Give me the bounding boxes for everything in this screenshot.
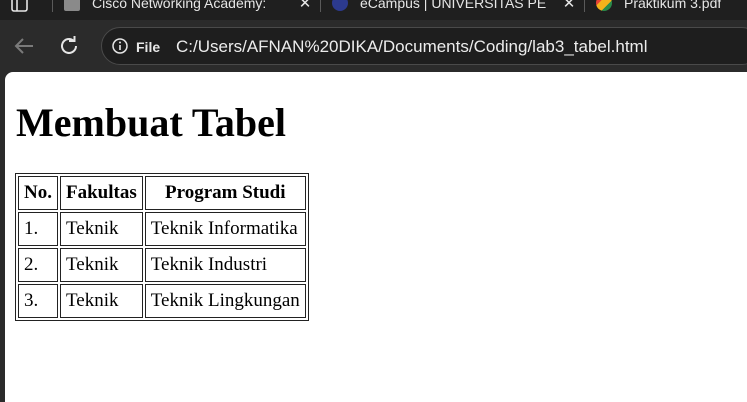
table-cell: 1. — [18, 212, 58, 246]
close-icon[interactable]: ✕ — [298, 0, 312, 12]
url-text[interactable]: C:/Users/AFNAN%20DIKA/Documents/Coding/l… — [176, 37, 647, 57]
browser-window: Cisco Networking Academy: ✕ eCampus | UN… — [0, 0, 747, 402]
tab-title: eCampus | UNIVERSITAS PE — [360, 0, 547, 11]
info-icon[interactable] — [112, 38, 128, 54]
table-row: 1. Teknik Teknik Informatika — [18, 212, 306, 246]
header-cell-fakultas: Fakultas — [59, 176, 143, 210]
reload-icon — [61, 36, 77, 54]
table-cell: 2. — [18, 248, 58, 282]
header-cell-program-studi: Program Studi — [144, 176, 306, 210]
toolbar: File C:/Users/AFNAN%20DIKA/Documents/Cod… — [0, 20, 747, 72]
tab-cisco[interactable]: Cisco Networking Academy: ✕ — [64, 0, 312, 14]
table-cell: Teknik — [59, 284, 143, 318]
table-header-row: No. Fakultas Program Studi — [18, 176, 306, 210]
tab-title: Cisco Networking Academy: — [92, 0, 267, 11]
tab-ecampus[interactable]: eCampus | UNIVERSITAS PE ✕ — [332, 0, 576, 14]
tab-separator — [584, 0, 585, 12]
tab-title: Praktikum 3.pdf — [624, 0, 722, 11]
tab-praktikum[interactable]: Praktikum 3.pdf — [596, 0, 747, 14]
arrow-left-icon — [14, 38, 33, 54]
table-cell: Teknik Lingkungan — [144, 284, 306, 318]
table-cell: Teknik — [59, 248, 143, 282]
header-cell-no: No. — [18, 176, 58, 210]
tab-separator — [52, 0, 53, 12]
table-cell: Teknik — [59, 212, 143, 246]
ecampus-favicon-icon — [332, 0, 348, 11]
drive-favicon-icon — [596, 0, 612, 11]
table-cell: 3. — [18, 284, 58, 318]
cisco-favicon-icon — [64, 0, 80, 11]
tab-strip: Cisco Networking Academy: ✕ eCampus | UN… — [0, 0, 747, 20]
table-row: 2. Teknik Teknik Industri — [18, 248, 306, 282]
table-row: 3. Teknik Teknik Lingkungan — [18, 284, 306, 318]
page-heading: Membuat Tabel — [16, 100, 287, 145]
table-cell: Teknik Industri — [144, 248, 306, 282]
close-icon[interactable]: ✕ — [562, 0, 576, 12]
back-button[interactable] — [11, 33, 37, 59]
address-bar[interactable]: File C:/Users/AFNAN%20DIKA/Documents/Cod… — [101, 27, 747, 65]
table-cell: Teknik Informatika — [144, 212, 306, 246]
site-info-chip[interactable]: File — [136, 38, 160, 56]
tab-separator — [320, 0, 321, 12]
reload-button[interactable] — [56, 33, 82, 59]
data-table: No. Fakultas Program Studi 1. Teknik Tek… — [15, 173, 309, 321]
tab-search-icon[interactable] — [10, 0, 30, 14]
page-viewport: Membuat Tabel No. Fakultas Program Studi… — [5, 72, 747, 402]
